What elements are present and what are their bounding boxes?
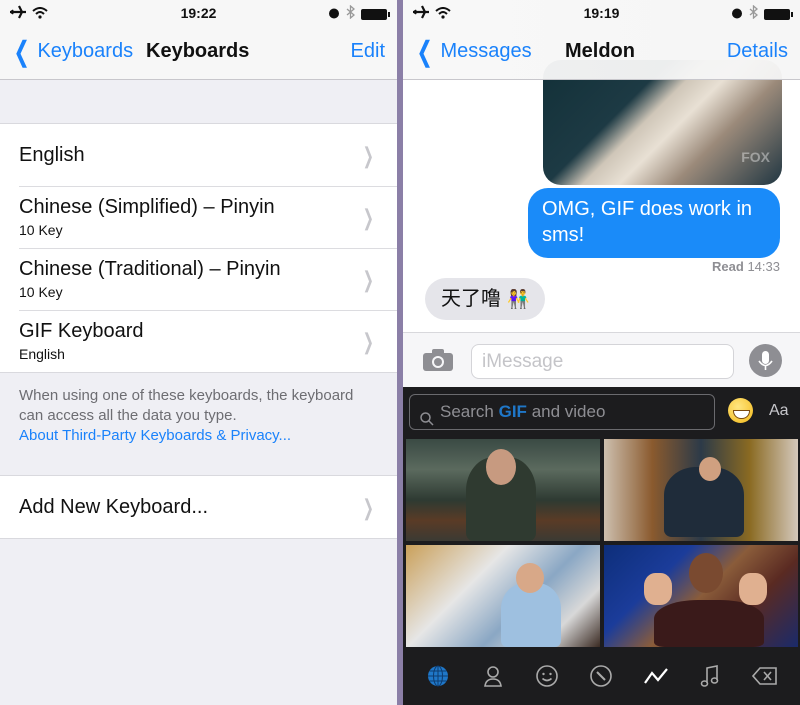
music-note-icon[interactable] [695,661,725,691]
gif-result[interactable] [406,545,600,647]
read-time: 14:33 [747,259,780,274]
messages-conversation-screen: FOX OMG, GIF does work in sms! Read 14:3… [403,0,800,705]
read-label: Read [712,259,744,274]
read-receipt: Read 14:33 [712,259,780,274]
keyboard-title: English [19,143,85,166]
person-icon[interactable] [478,661,508,691]
message-input-bar: iMessage [403,332,800,387]
trending-icon[interactable] [641,661,671,691]
status-bar: 19:22 [0,0,397,26]
add-keyboard-group: Add New Keyboard... ❯ [0,475,397,539]
nav-bar: ❮ Messages Meldon Details [403,26,800,80]
search-icon [420,404,434,426]
compass-icon[interactable] [586,661,616,691]
microphone-button[interactable] [749,344,782,377]
details-button[interactable]: Details [727,40,788,63]
keyboard-title: GIF Keyboard [19,320,144,342]
emoji-picker-icon[interactable] [728,398,753,423]
chevron-right-icon: ❯ [362,143,374,168]
chevron-right-icon: ❯ [362,495,374,520]
keyboard-subtitle: English [19,346,65,362]
add-new-keyboard-button[interactable]: Add New Keyboard... ❯ [0,476,397,538]
smiley-icon[interactable] [532,661,562,691]
text-mode-button[interactable]: Aa [769,402,789,420]
search-prefix: Search [440,402,494,421]
gif-results-grid [406,439,798,647]
keyboard-subtitle: 10 Key [19,284,63,300]
gif-result[interactable] [604,439,798,541]
status-bar: 19:19 [403,0,800,26]
add-keyboard-label: Add New Keyboard... [19,495,208,518]
keyboard-item-chinese-traditional[interactable]: Chinese (Traditional) – Pinyin 10 Key ❯ [0,248,397,310]
back-button[interactable]: ❮ Messages [413,35,532,67]
edit-button[interactable]: Edit [351,40,385,63]
back-label: Messages [440,40,532,62]
keyboard-subtitle: 10 Key [19,222,63,238]
chevron-left-icon: ❮ [416,35,433,67]
chevron-left-icon: ❮ [13,35,30,67]
keyboards-list: English ❯ Chinese (Simplified) – Pinyin … [0,123,397,373]
globe-icon[interactable] [423,661,453,691]
back-label: Keyboards [37,40,134,62]
search-suffix: and video [531,402,606,421]
delete-backspace-icon[interactable] [750,661,780,691]
imessage-input[interactable]: iMessage [471,344,734,379]
alarm-icon [731,6,743,24]
privacy-note: When using one of these keyboards, the k… [19,386,359,446]
gif-result[interactable] [406,439,600,541]
chevron-right-icon: ❯ [362,329,374,354]
incoming-text: 天了噜 [441,288,501,310]
keyboard-item-chinese-simplified[interactable]: Chinese (Simplified) – Pinyin 10 Key ❯ [0,186,397,248]
privacy-link[interactable]: About Third-Party Keyboards & Privacy... [19,426,359,446]
battery-icon [764,9,793,20]
keyboard-item-english[interactable]: English ❯ [0,124,397,186]
gif-search-input[interactable]: Search GIF and video [409,394,715,430]
keyboard-title: Chinese (Traditional) – Pinyin [19,258,281,280]
keyboard-title: Chinese (Simplified) – Pinyin [19,196,275,218]
gif-keyboard: Search GIF and video Aa [403,387,800,705]
bluetooth-icon [749,4,758,24]
back-button[interactable]: ❮ Keyboards [10,35,134,67]
bluetooth-icon [346,4,355,24]
alarm-icon [328,6,340,24]
keyboard-item-gif[interactable]: GIF Keyboard English ❯ [0,310,397,372]
keyboards-settings-screen: 19:22 ❮ Keyboards Keyboards Edit English… [0,0,397,705]
battery-icon [361,9,390,20]
chevron-right-icon: ❯ [362,205,374,230]
couple-emoji-icon: 👫 [507,289,530,309]
chevron-right-icon: ❯ [362,267,374,292]
gif-brand-logo: GIF [498,402,527,421]
incoming-message-bubble[interactable]: 天了噜 👫 [425,278,546,320]
contact-name: Meldon [565,40,635,62]
nav-bar: ❮ Keyboards Keyboards Edit [0,26,397,80]
gif-watermark: FOX [741,149,770,165]
keyboard-tab-bar [403,647,800,705]
outgoing-message-bubble[interactable]: OMG, GIF does work in sms! [528,188,780,258]
privacy-note-text: When using one of these keyboards, the k… [19,387,354,424]
page-title: Keyboards [146,40,250,62]
camera-icon[interactable] [423,349,453,371]
gif-result[interactable] [604,545,798,647]
